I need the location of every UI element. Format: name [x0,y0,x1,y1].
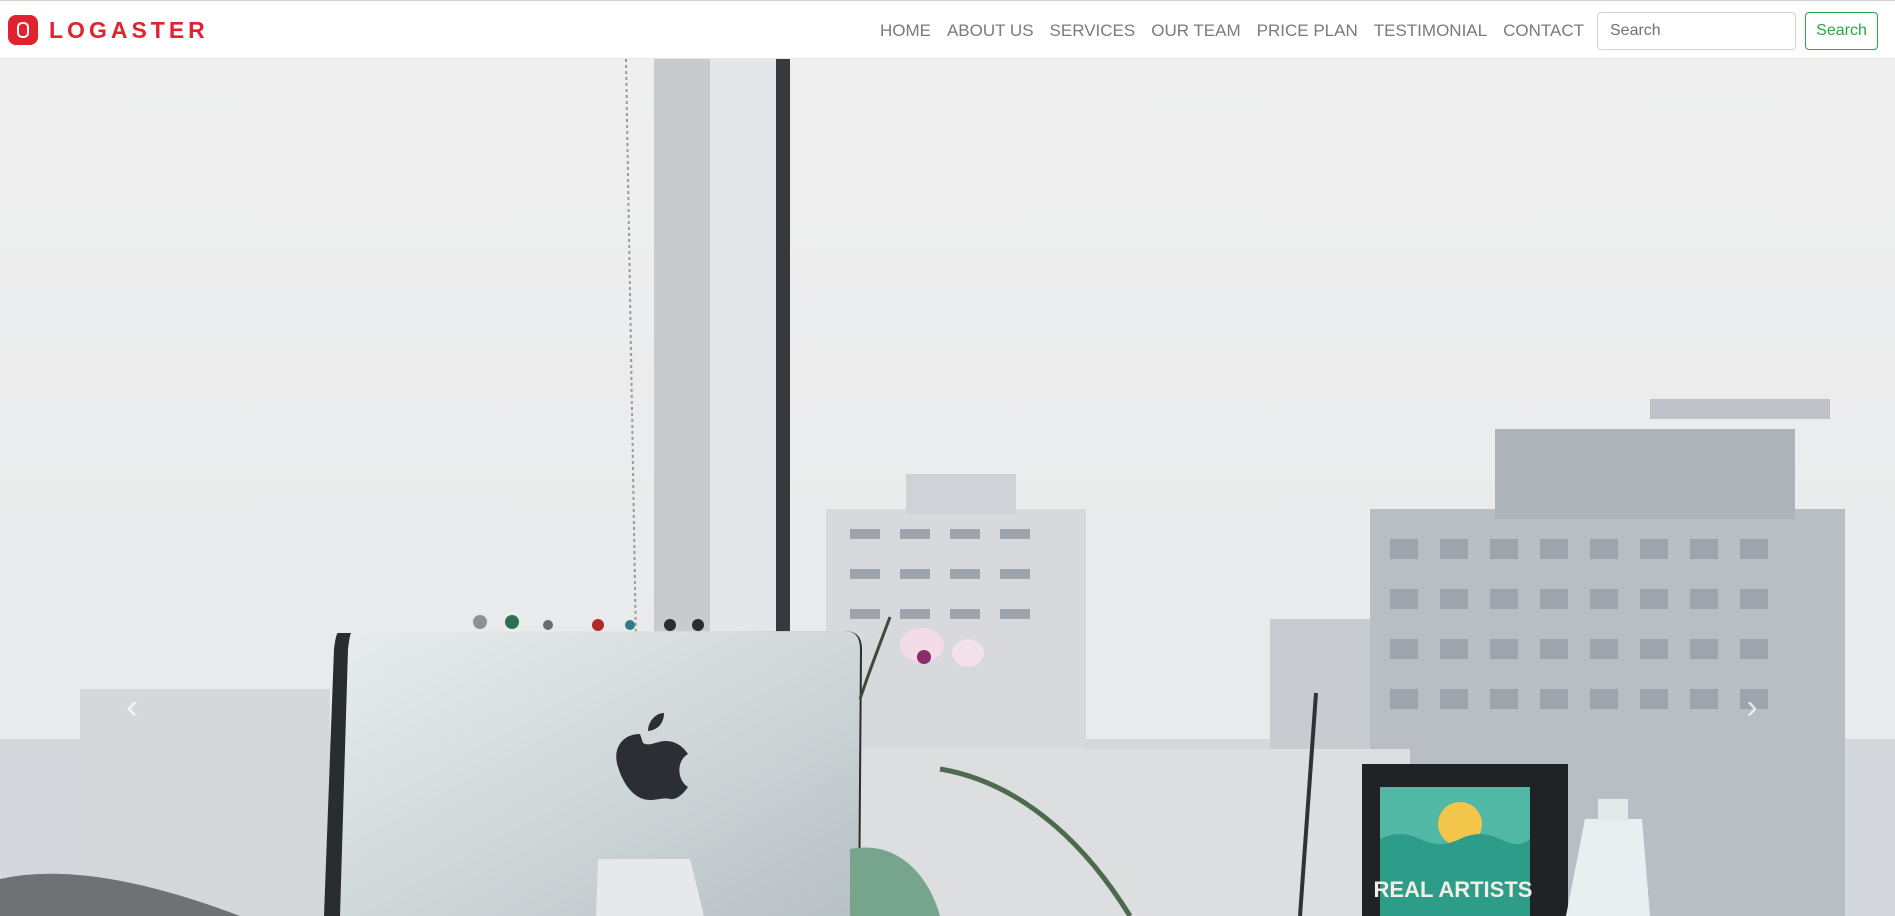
hero-image: REAL ARTISTS [0,59,1895,916]
chevron-left-icon: ‹ [126,688,138,726]
nav-testimonial[interactable]: TESTIMONIAL [1366,1,1495,60]
top-navbar: LOGASTER HOME ABOUT US SERVICES OUR TEAM… [0,0,1895,59]
nav-services[interactable]: SERVICES [1042,1,1144,60]
brand-name: LOGASTER [49,17,209,43]
chevron-right-icon: › [1746,688,1758,726]
nav-price-plan[interactable]: PRICE PLAN [1249,1,1366,60]
main-nav: HOME ABOUT US SERVICES OUR TEAM PRICE PL… [872,1,1592,60]
nav-our-team[interactable]: OUR TEAM [1143,1,1248,60]
search-button[interactable]: Search [1805,12,1878,50]
logaster-logo-icon [8,15,38,45]
nav-contact[interactable]: CONTACT [1495,1,1592,60]
poster-text: REAL ARTISTS [1374,877,1533,902]
search-input[interactable] [1597,12,1796,50]
brand-logo[interactable]: LOGASTER [8,15,209,45]
nav-home[interactable]: HOME [872,1,939,60]
carousel-next-button[interactable]: › [1732,679,1772,735]
carousel-prev-button[interactable]: ‹ [112,679,152,735]
hero-carousel: REAL ARTISTS ‹ › [0,59,1895,916]
nav-about-us[interactable]: ABOUT US [939,1,1042,60]
imac [324,631,862,916]
